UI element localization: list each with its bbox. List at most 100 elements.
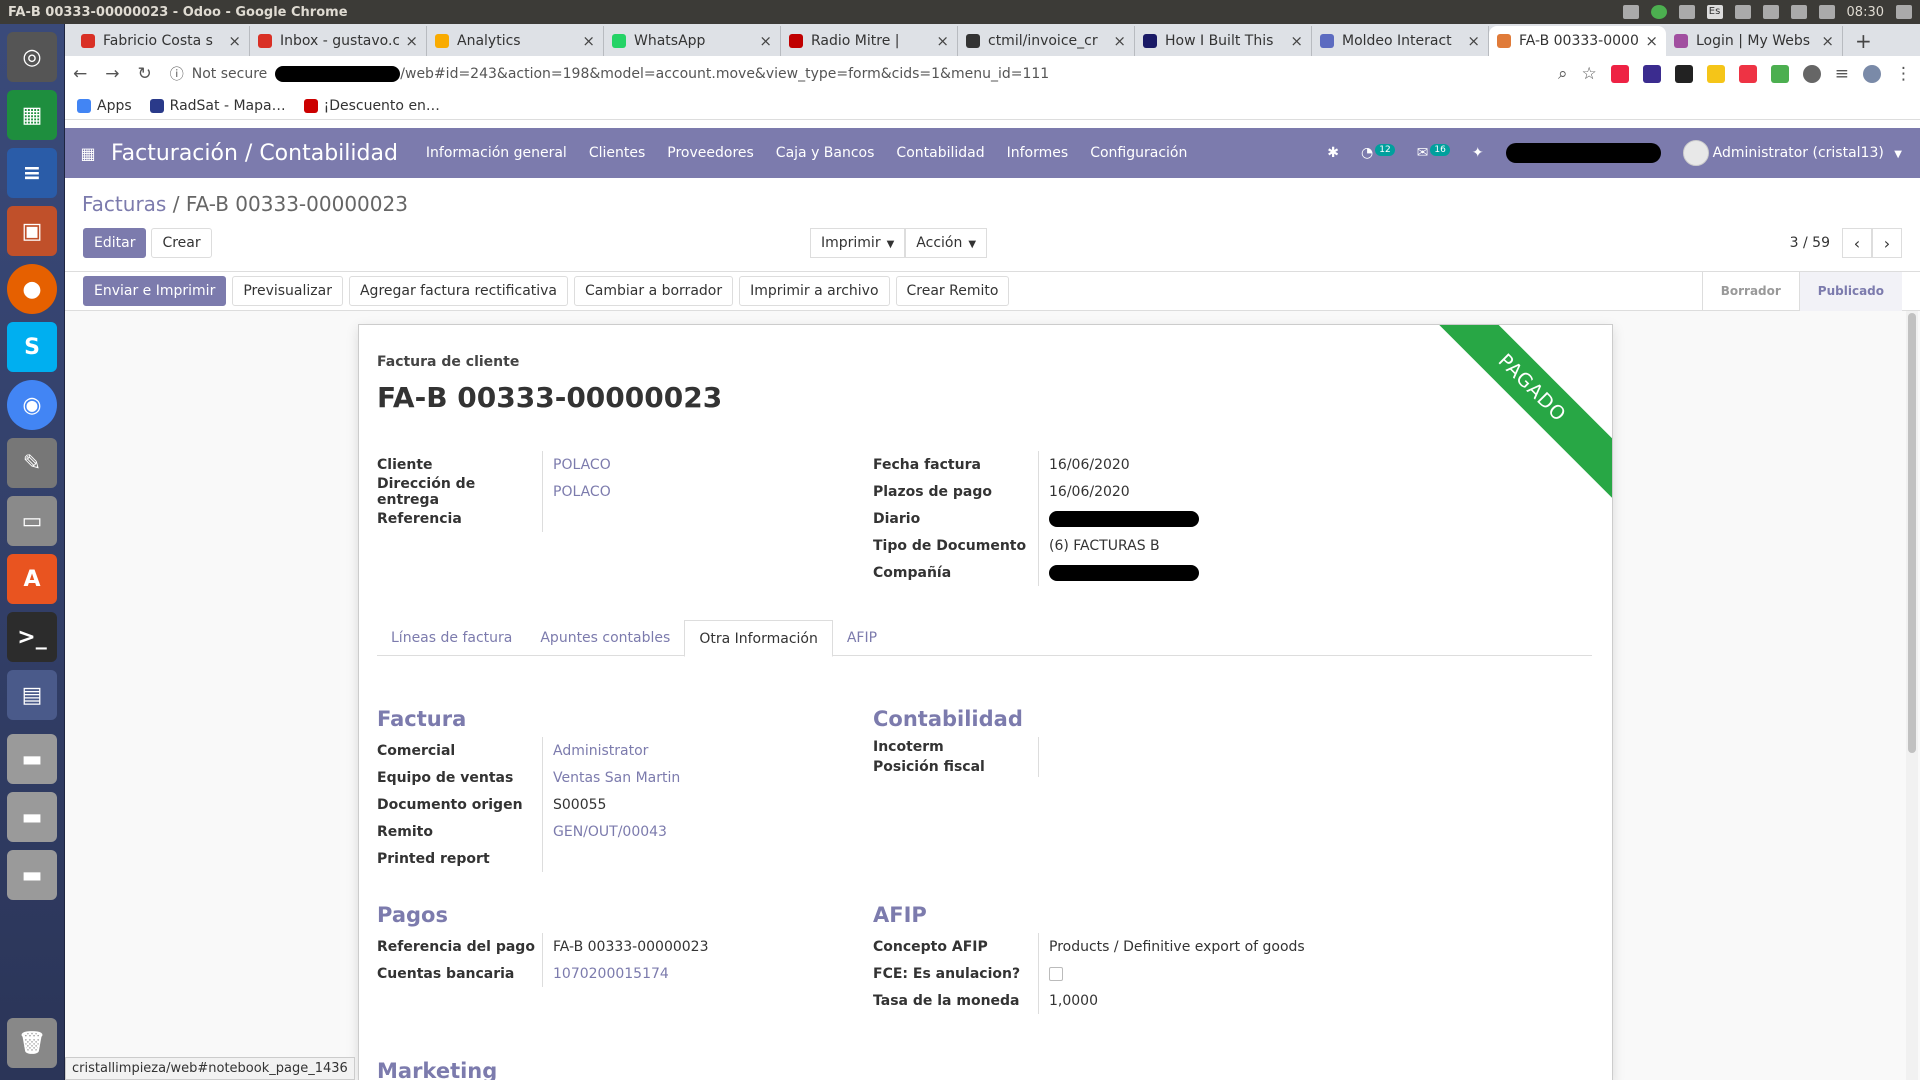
workspace-switcher-icon[interactable]: ▤ xyxy=(7,670,57,720)
mail-icon[interactable] xyxy=(1762,5,1779,19)
bookmark-item[interactable]: RadSat - Mapa… xyxy=(149,98,286,114)
chrome-menu-icon[interactable]: ⋮ xyxy=(1895,64,1912,84)
app-title[interactable]: Facturación / Contabilidad xyxy=(111,141,426,166)
bookmark-item[interactable]: Apps xyxy=(77,98,132,114)
volume-icon[interactable] xyxy=(1818,5,1835,19)
tab-close-icon[interactable]: × xyxy=(582,32,595,50)
media-controls-icon[interactable]: ≡ xyxy=(1835,64,1849,84)
browser-tab[interactable]: ctmil/invoice_cr × xyxy=(958,26,1135,56)
tab-close-icon[interactable]: × xyxy=(1821,32,1834,50)
gift-icon[interactable]: ✦ xyxy=(1472,145,1484,161)
header-action-button[interactable]: Enviar e Imprimir xyxy=(83,276,227,306)
settings-tools-icon[interactable]: ✎ xyxy=(7,438,57,488)
notebook-tab[interactable]: Otra Información xyxy=(684,620,833,657)
extension-icon[interactable] xyxy=(1738,65,1757,83)
page-scrollbar[interactable] xyxy=(1906,311,1918,1080)
browser-tab[interactable]: Inbox - gustavo.c × xyxy=(250,26,427,56)
language-indicator[interactable]: Es xyxy=(1706,5,1723,19)
extension-icon[interactable] xyxy=(1706,65,1725,83)
activities-icon[interactable]: ◔ 12 xyxy=(1361,144,1395,161)
tab-close-icon[interactable]: × xyxy=(1645,32,1658,50)
field-value[interactable]: GEN/OUT/00043 xyxy=(542,818,667,845)
bluetooth-icon[interactable] xyxy=(1734,5,1751,19)
menu-item[interactable]: Caja y Bancos xyxy=(776,145,875,161)
browser-tab[interactable]: WhatsApp × xyxy=(604,26,781,56)
stage-item[interactable]: Publicado xyxy=(1798,272,1902,311)
header-action-button[interactable]: Agregar factura rectificativa xyxy=(348,276,569,306)
messages-icon[interactable]: ✉ 16 xyxy=(1417,144,1450,161)
stage-item[interactable]: Borrador xyxy=(1701,272,1799,311)
new-tab-icon[interactable]: + xyxy=(1843,26,1884,56)
chrome-icon[interactable]: ◉ xyxy=(7,380,57,430)
browser-tab[interactable]: Login | My Webs × xyxy=(1666,26,1843,56)
notebook-tab[interactable]: Apuntes contables xyxy=(526,620,684,655)
action-dropdown[interactable]: Acción ▼ xyxy=(905,228,988,258)
reload-icon[interactable]: ↻ xyxy=(138,64,152,84)
battery-icon[interactable] xyxy=(1790,5,1807,19)
tab-close-icon[interactable]: × xyxy=(1467,32,1480,50)
fce-checkbox[interactable] xyxy=(1049,966,1063,981)
skype-icon[interactable]: S xyxy=(7,322,57,372)
browser-tab[interactable]: Moldeo Interact × xyxy=(1312,26,1489,56)
notebook-tab[interactable]: Líneas de factura xyxy=(377,620,526,655)
bookmark-item[interactable]: ¡Descuento en… xyxy=(303,98,440,114)
field-value[interactable]: Ventas San Martin xyxy=(542,764,680,791)
edit-button[interactable]: Editar xyxy=(83,228,147,258)
browser-tab[interactable]: Radio Mitre | × xyxy=(781,26,958,56)
breadcrumb-parent[interactable]: Facturas xyxy=(82,192,166,216)
tab-close-icon[interactable]: × xyxy=(759,32,772,50)
browser-tab[interactable]: FA-B 00333-0000 × xyxy=(1489,26,1666,56)
field-value[interactable]: POLACO xyxy=(542,451,611,478)
header-action-button[interactable]: Crear Remito xyxy=(895,276,1010,306)
extension-icon[interactable] xyxy=(1610,65,1629,83)
tab-close-icon[interactable]: × xyxy=(936,32,949,50)
browser-tab[interactable]: Analytics × xyxy=(427,26,604,56)
pager-next-icon[interactable]: › xyxy=(1872,228,1902,258)
power-gear-icon[interactable] xyxy=(1896,5,1912,19)
browser-tab[interactable]: Fabricio Costa s × xyxy=(73,26,250,56)
menu-item[interactable]: Configuración xyxy=(1090,145,1187,161)
header-action-button[interactable]: Imprimir a archivo xyxy=(739,276,890,306)
info-icon[interactable]: ⓘ xyxy=(170,64,184,84)
files-icon[interactable]: ▭ xyxy=(7,496,57,546)
extension-icon[interactable] xyxy=(1642,65,1661,83)
header-action-button[interactable]: Previsualizar xyxy=(232,276,343,306)
bookmark-star-icon[interactable]: ☆ xyxy=(1582,64,1597,84)
forward-icon[interactable]: → xyxy=(105,64,119,84)
menu-item[interactable]: Información general xyxy=(426,145,567,161)
back-icon[interactable]: ← xyxy=(73,64,87,84)
drive-icon[interactable]: ▬ xyxy=(7,792,57,842)
field-value[interactable]: Administrator xyxy=(542,737,648,764)
pager-previous-icon[interactable]: ‹ xyxy=(1842,228,1872,258)
drive-icon[interactable]: ▬ xyxy=(7,734,57,784)
tab-close-icon[interactable]: × xyxy=(1290,32,1303,50)
clock[interactable]: 08:30 xyxy=(1847,5,1884,20)
firefox-icon[interactable]: ● xyxy=(7,264,57,314)
tab-close-icon[interactable]: × xyxy=(405,32,418,50)
impress-icon[interactable]: ▣ xyxy=(7,206,57,256)
browser-tab[interactable]: How I Built This × xyxy=(1135,26,1312,56)
menu-item[interactable]: Contabilidad xyxy=(896,145,984,161)
keyboard-icon[interactable] xyxy=(1622,5,1639,19)
tab-close-icon[interactable]: × xyxy=(1113,32,1126,50)
wifi-icon[interactable] xyxy=(1678,5,1695,19)
writer-icon[interactable]: ≡ xyxy=(7,148,57,198)
drive-icon[interactable]: ▬ xyxy=(7,850,57,900)
dash-icon[interactable]: ◎ xyxy=(7,32,57,82)
user-menu[interactable]: Administrator (cristal13) ▼ xyxy=(1682,140,1902,166)
field-value[interactable]: POLACO xyxy=(542,478,611,505)
terminal-icon[interactable]: >_ xyxy=(7,612,57,662)
zoom-icon[interactable]: ⌕ xyxy=(1558,64,1568,84)
debug-bug-icon[interactable]: ✱ xyxy=(1327,145,1339,161)
spreadsheet-icon[interactable]: ▦ xyxy=(7,90,57,140)
profile-avatar[interactable] xyxy=(1863,65,1881,83)
extension-icon[interactable] xyxy=(1674,65,1693,83)
menu-item[interactable]: Informes xyxy=(1007,145,1069,161)
pager-value[interactable]: 3 / 59 xyxy=(1790,235,1830,251)
scrollbar-thumb[interactable] xyxy=(1908,313,1916,753)
update-check-icon[interactable] xyxy=(1650,5,1667,19)
field-value[interactable]: 1070200015174 xyxy=(542,960,669,987)
print-dropdown[interactable]: Imprimir ▼ xyxy=(810,228,906,258)
tab-close-icon[interactable]: × xyxy=(228,32,241,50)
extension-icon[interactable] xyxy=(1770,65,1789,83)
